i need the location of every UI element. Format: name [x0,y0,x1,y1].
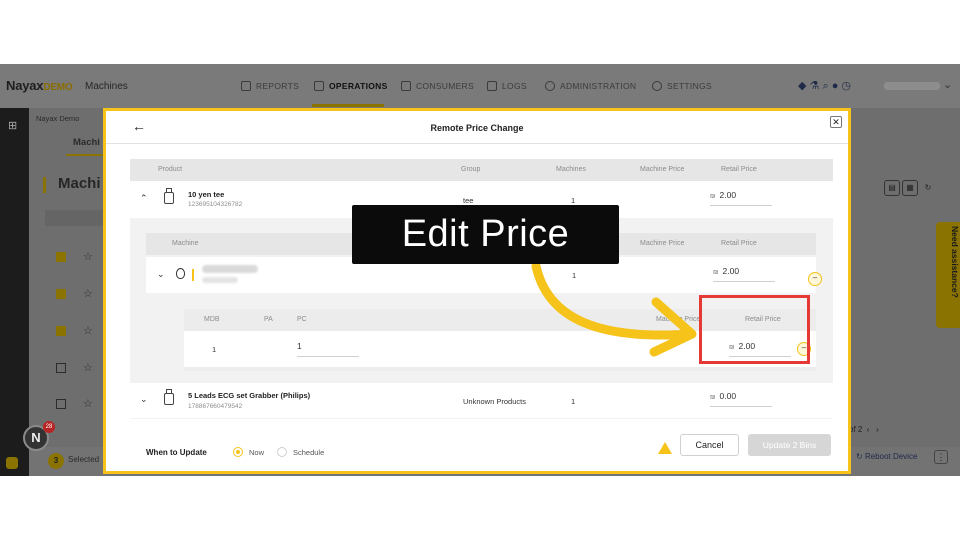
retail-price-highlight-box [699,295,810,364]
arrow-head [649,297,697,357]
tutorial-arrow [531,261,697,357]
edit-price-callout: Edit Price [352,205,619,264]
callout-text: Edit Price [401,213,570,255]
arrow-curve [531,261,695,340]
